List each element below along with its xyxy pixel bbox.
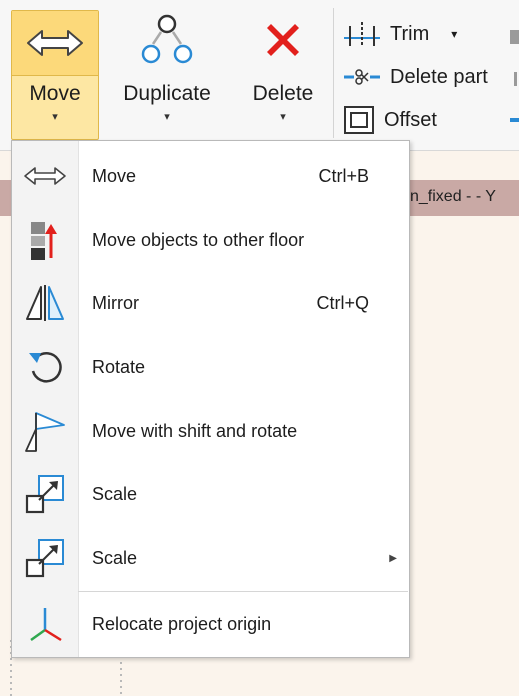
menu-item-label: Move — [92, 165, 137, 186]
delete-part-button[interactable]: Delete part — [342, 59, 488, 95]
rotate-icon — [29, 352, 62, 383]
menu-item-rotate[interactable]: Rotate — [12, 336, 409, 398]
menu-item-move-to-floor[interactable]: Move objects to other floor — [12, 209, 409, 271]
delete-x-icon — [267, 24, 299, 56]
chevron-down-icon[interactable]: ▾ — [52, 110, 58, 123]
menu-item-label: Mirror — [92, 292, 139, 313]
move-split-button[interactable]: Move ▾ — [11, 10, 99, 140]
menu-item-label: Relocate project origin — [92, 613, 272, 634]
trim-icon — [344, 22, 380, 46]
menu-item-label: Move with shift and rotate — [92, 420, 298, 441]
menu-item-relocate-origin[interactable]: Relocate project origin — [12, 593, 409, 655]
move-button-icon-area[interactable] — [12, 11, 98, 76]
trim-button[interactable]: Trim ▾ — [342, 16, 457, 52]
menu-separator — [78, 591, 408, 592]
menu-item-scale-submenu[interactable]: Scale ▶ — [12, 527, 409, 589]
menu-item-shortcut: Ctrl+Q — [316, 292, 369, 313]
double-arrow-icon — [27, 30, 83, 56]
menu-item-move[interactable]: Move Ctrl+B — [12, 145, 409, 207]
menu-item-label: Scale — [92, 483, 138, 504]
chevron-down-icon[interactable]: ▾ — [451, 27, 457, 41]
drawing-grid-line — [120, 656, 122, 696]
offset-button[interactable]: Offset — [342, 102, 437, 138]
ribbon-edge-icon — [514, 72, 517, 86]
menu-item-scale[interactable]: Scale — [12, 463, 409, 525]
delete-button[interactable]: Delete ▾ — [240, 8, 326, 138]
move-button-label: Move — [29, 82, 81, 105]
ribbon-toolbar: Move ▾ Duplicate ▾ Delete ▾ Trim ▾ Delet… — [0, 0, 519, 151]
menu-item-shift-rotate[interactable]: Move with shift and rotate — [12, 400, 409, 462]
move-dropdown-menu: Move Ctrl+B Move objects to other floor … — [11, 140, 410, 658]
delete-part-icon — [344, 69, 380, 85]
ribbon-edge-icon — [510, 118, 519, 122]
double-arrow-icon — [24, 167, 66, 185]
duplicate-button[interactable]: Duplicate ▾ — [112, 8, 222, 138]
scale-icon — [25, 475, 64, 514]
menu-item-label: Rotate — [92, 356, 146, 377]
offset-label: Offset — [384, 108, 437, 131]
project-origin-icon — [30, 608, 62, 642]
ribbon-separator — [333, 8, 334, 138]
mirror-icon — [26, 285, 64, 321]
document-tab-title[interactable]: n_fixed - - Y — [410, 188, 496, 206]
floor-move-icon — [31, 222, 57, 260]
ribbon-edge-icon — [510, 30, 519, 44]
chevron-down-icon[interactable]: ▾ — [164, 110, 170, 123]
shift-rotate-icon — [25, 412, 65, 452]
offset-icon — [344, 106, 374, 134]
menu-item-label: Scale — [92, 547, 138, 568]
duplicate-button-label: Duplicate — [123, 82, 211, 105]
scale-icon — [25, 539, 64, 578]
menu-item-label: Move objects to other floor — [92, 229, 305, 250]
menu-item-shortcut: Ctrl+B — [318, 165, 369, 186]
menu-item-mirror[interactable]: Mirror Ctrl+Q — [12, 272, 409, 334]
trim-label: Trim — [390, 22, 430, 45]
duplicate-icon — [141, 14, 193, 64]
submenu-arrow-icon: ▶ — [389, 552, 397, 564]
delete-part-label: Delete part — [390, 65, 488, 88]
chevron-down-icon[interactable]: ▾ — [280, 110, 286, 123]
delete-button-label: Delete — [252, 82, 314, 105]
